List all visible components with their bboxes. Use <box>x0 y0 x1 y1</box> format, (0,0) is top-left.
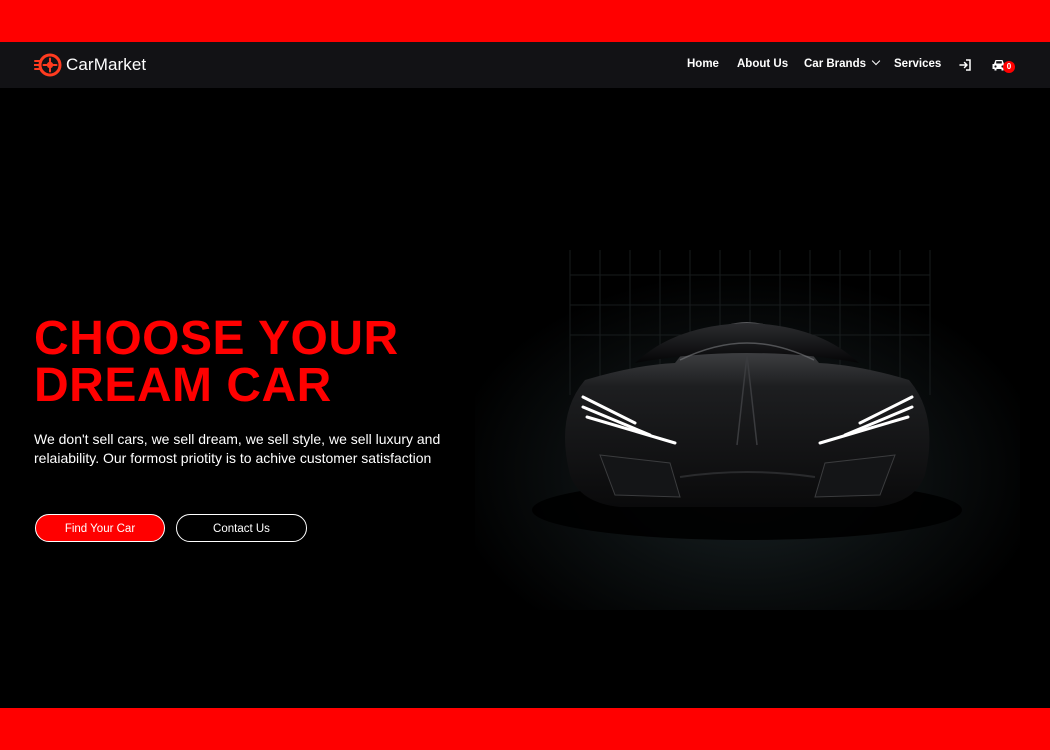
bottom-red-band <box>0 708 1050 750</box>
brand-name: CarMarket <box>66 55 147 74</box>
brand[interactable]: CarMarket <box>34 53 146 77</box>
sports-car-image <box>475 245 1020 610</box>
cart-count-badge: 0 <box>1003 61 1015 73</box>
wheel-logo-icon <box>34 53 62 77</box>
login-icon[interactable] <box>958 58 972 72</box>
hero-description: We don't sell cars, we sell dream, we se… <box>34 431 441 466</box>
nav-item-car-brands-label: Car Brands <box>804 58 866 70</box>
chevron-down-icon <box>871 56 881 66</box>
nav-item-services[interactable]: Services <box>894 58 941 70</box>
cart-button[interactable]: 0 <box>991 56 1019 76</box>
navbar: CarMarket Home About Us Car Brands Servi… <box>0 42 1050 88</box>
find-your-car-button[interactable]: Find Your Car <box>35 514 165 542</box>
top-red-band <box>0 0 1050 42</box>
contact-us-button[interactable]: Contact Us <box>176 514 307 542</box>
nav-item-car-brands[interactable]: Car Brands <box>804 56 881 70</box>
hero-title-line-1: CHOOSE YOUR <box>34 312 399 365</box>
hero-title: CHOOSE YOUR DREAM CAR <box>34 312 399 412</box>
nav-item-about-us[interactable]: About Us <box>737 58 788 70</box>
hero-title-line-2: DREAM CAR <box>34 359 332 412</box>
nav-item-home[interactable]: Home <box>687 58 719 70</box>
